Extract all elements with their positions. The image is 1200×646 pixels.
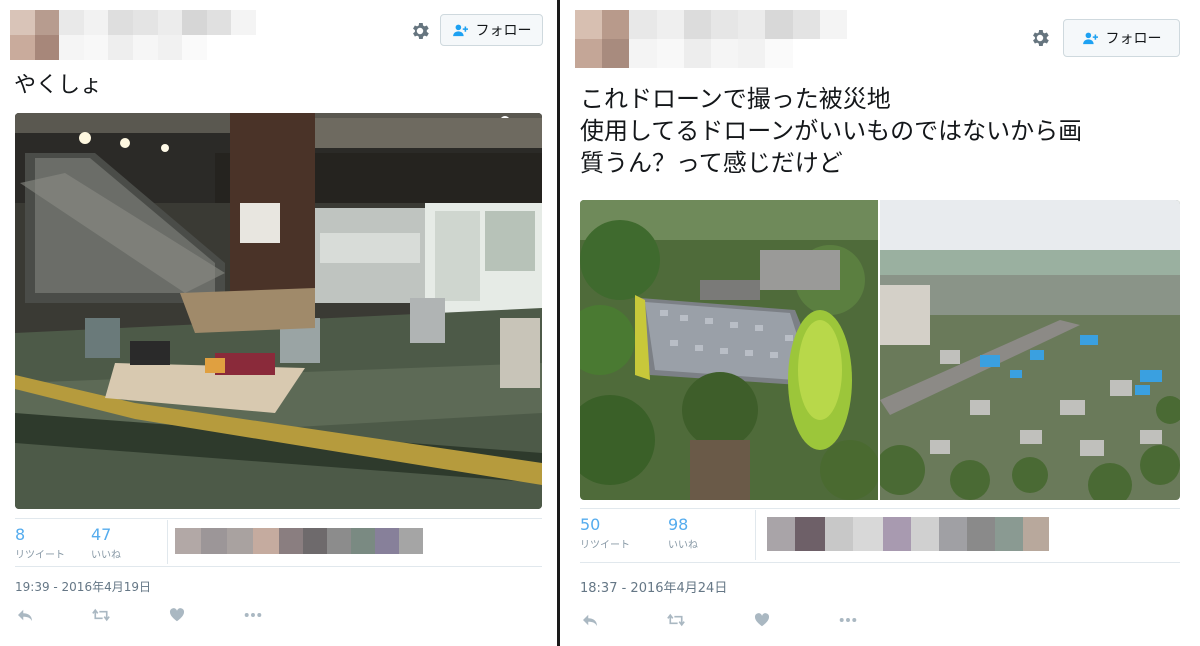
retweet-label: リツイート [580,540,630,551]
stats-divider [167,520,168,564]
more-icon [244,613,262,617]
follow-label: フォロー [1105,31,1162,47]
retweet-icon [667,613,685,627]
divider-line [580,562,1180,563]
retweet-icon [92,608,110,622]
photo-drone-image-1 [580,200,878,500]
like-stat[interactable]: 47 いいね [91,525,121,561]
liker-avatars-blurred[interactable] [175,528,427,554]
tweet-timestamp[interactable]: 18:37 - 2016年4月24日 [580,577,727,596]
tweet-text: これドローンで撮った被災地 使用してるドローンがいいものではないから画 質うん？… [580,83,1082,179]
divider-line [15,518,542,519]
like-stat[interactable]: 98 いいね [668,515,698,551]
reply-button[interactable] [15,607,35,623]
tweet-actions [15,607,263,623]
tweet-text-line: やくしょ [14,73,103,98]
tweet-card-right: フォロー これドローンで撮った被災地 使用してるドローンがいいものではないから画… [560,0,1200,646]
retweet-count: 8 [15,525,26,544]
retweet-stat[interactable]: 8 リツイート [15,525,65,561]
gear-icon[interactable] [1029,27,1051,49]
avatar-name-blurred[interactable] [10,10,256,60]
retweet-button[interactable] [91,607,111,623]
more-icon [839,618,857,622]
tweet-card-left: フォロー やくしょ 8 リツイート 47 いいね 19:39 - 2016年4月… [0,0,557,646]
tweet-actions [580,612,858,628]
retweet-label: リツイート [15,550,65,561]
heart-icon [754,613,770,627]
tweet-text-line: これドローンで撮った被災地 [580,85,891,113]
reply-icon [18,609,32,622]
tweet-timestamp[interactable]: 19:39 - 2016年4月19日 [15,578,151,595]
reply-button[interactable] [580,612,600,628]
like-button[interactable] [167,607,187,623]
tweet-text-line: 使用してるドローンがいいものではないから画 [580,117,1083,145]
follow-label: フォロー [475,23,532,39]
tweet-text: やくしょ [14,70,102,102]
tweet-photo-hall[interactable] [15,113,542,509]
retweet-stat[interactable]: 50 リツイート [580,515,630,551]
photo-hall-image [15,113,542,509]
heart-icon [169,608,185,622]
divider-line [580,508,1180,509]
tweet-text-line: 質うん？って感じだけど [580,149,843,177]
more-button[interactable] [838,612,858,628]
follow-button[interactable]: フォロー [1063,19,1180,57]
add-person-icon [1082,32,1098,45]
reply-icon [583,614,597,627]
tweet-photo-drone-2[interactable] [880,200,1180,500]
gear-icon[interactable] [409,20,431,42]
like-button[interactable] [752,612,772,628]
like-count: 98 [668,515,689,534]
photo-drone-image-2 [880,200,1180,500]
follow-button[interactable]: フォロー [440,14,543,46]
stats-divider [755,510,756,560]
avatar-name-blurred[interactable] [575,10,847,68]
tweet-photo-drone-1[interactable] [580,200,878,500]
divider-line [15,566,542,567]
more-button[interactable] [243,607,263,623]
liker-avatars-blurred[interactable] [767,517,1049,551]
like-count: 47 [91,525,112,544]
like-label: いいね [91,550,121,561]
retweet-count: 50 [580,515,601,534]
retweet-button[interactable] [666,612,686,628]
add-person-icon [452,24,468,37]
like-label: いいね [668,540,698,551]
